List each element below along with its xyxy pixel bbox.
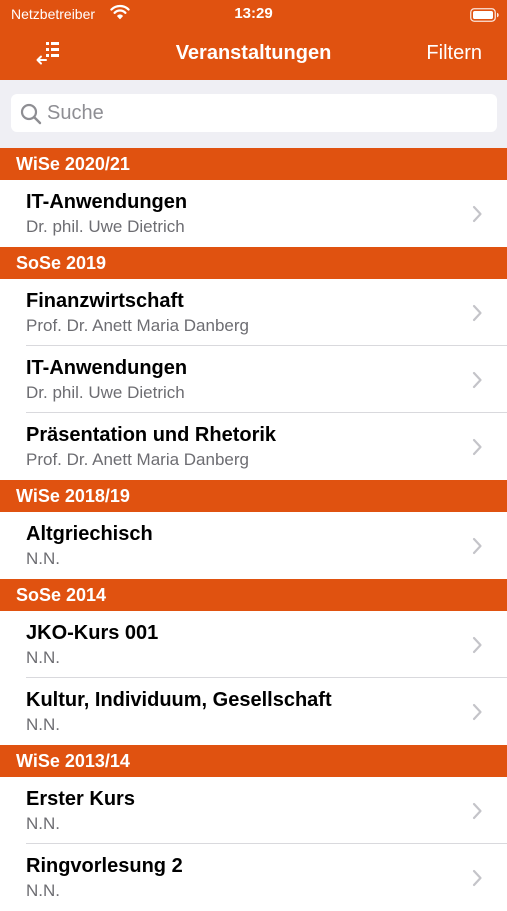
list-item[interactable]: Ringvorlesung 2 N.N. (0, 844, 507, 911)
chevron-right-icon (471, 304, 483, 327)
search-field-container[interactable] (11, 94, 497, 132)
course-title: Kultur, Individuum, Gesellschaft (26, 689, 332, 711)
chevron-right-icon (471, 205, 483, 228)
section-header: WiSe 2020/21 (0, 148, 507, 180)
course-lecturer: Dr. phil. Uwe Dietrich (26, 383, 185, 402)
list-item[interactable]: IT-Anwendungen Dr. phil. Uwe Dietrich (0, 346, 507, 413)
search-icon (20, 103, 42, 130)
section-header: SoSe 2019 (0, 247, 507, 279)
course-title: IT-Anwendungen (26, 191, 188, 213)
search-bar (0, 80, 507, 148)
search-input[interactable] (47, 94, 487, 132)
list-item[interactable]: JKO-Kurs 001 N.N. (0, 611, 507, 678)
course-lecturer: Dr. phil. Uwe Dietrich (26, 217, 185, 236)
course-title: Finanzwirtschaft (26, 290, 184, 312)
course-title: IT-Anwendungen (26, 357, 188, 379)
app-header: Netzbetreiber 13:29 Veranstaltungen Filt… (0, 0, 507, 80)
list-item[interactable]: Altgriechisch N.N. (0, 512, 507, 579)
list-item[interactable]: Erster Kurs N.N. (0, 777, 507, 844)
chevron-right-icon (471, 537, 483, 560)
chevron-right-icon (471, 869, 483, 892)
course-lecturer: Prof. Dr. Anett Maria Danberg (26, 316, 249, 335)
course-lecturer: N.N. (26, 881, 60, 900)
course-lecturer: N.N. (26, 648, 60, 667)
chevron-right-icon (471, 636, 483, 659)
course-list: WiSe 2020/21 IT-Anwendungen Dr. phil. Uwe … (0, 148, 507, 911)
list-item[interactable]: Finanzwirtschaft Prof. Dr. Anett Maria Da… (0, 279, 507, 346)
course-lecturer: N.N. (26, 715, 60, 734)
chevron-right-icon (471, 438, 483, 461)
filter-button[interactable]: Filtern (426, 42, 482, 65)
list-item[interactable]: Kultur, Individuum, Gesellschaft N.N. (0, 678, 507, 745)
chevron-right-icon (471, 703, 483, 726)
course-title: Ringvorlesung 2 (26, 855, 183, 877)
chevron-right-icon (471, 802, 483, 825)
list-item[interactable]: IT-Anwendungen Dr. phil. Uwe Dietrich (0, 180, 507, 247)
section-header: WiSe 2018/19 (0, 480, 507, 512)
section-header: WiSe 2013/14 (0, 745, 507, 777)
course-lecturer: N.N. (26, 814, 60, 833)
sort-list-icon[interactable] (33, 40, 61, 66)
list-item[interactable]: Präsentation und Rhetorik Prof. Dr. Anett… (0, 413, 507, 480)
chevron-right-icon (471, 371, 483, 394)
course-title: Erster Kurs (26, 788, 135, 810)
navigation-bar: Veranstaltungen Filtern (0, 28, 507, 80)
course-title: JKO-Kurs 001 (26, 622, 159, 644)
section-header: SoSe 2014 (0, 579, 507, 611)
course-lecturer: Prof. Dr. Anett Maria Danberg (26, 450, 249, 469)
course-lecturer: N.N. (26, 549, 60, 568)
battery-icon (470, 8, 500, 27)
clock-label: 13:29 (234, 5, 273, 22)
course-title: Präsentation und Rhetorik (26, 424, 277, 446)
course-title: Altgriechisch (26, 523, 153, 545)
status-bar: Netzbetreiber 13:29 (0, 0, 507, 28)
